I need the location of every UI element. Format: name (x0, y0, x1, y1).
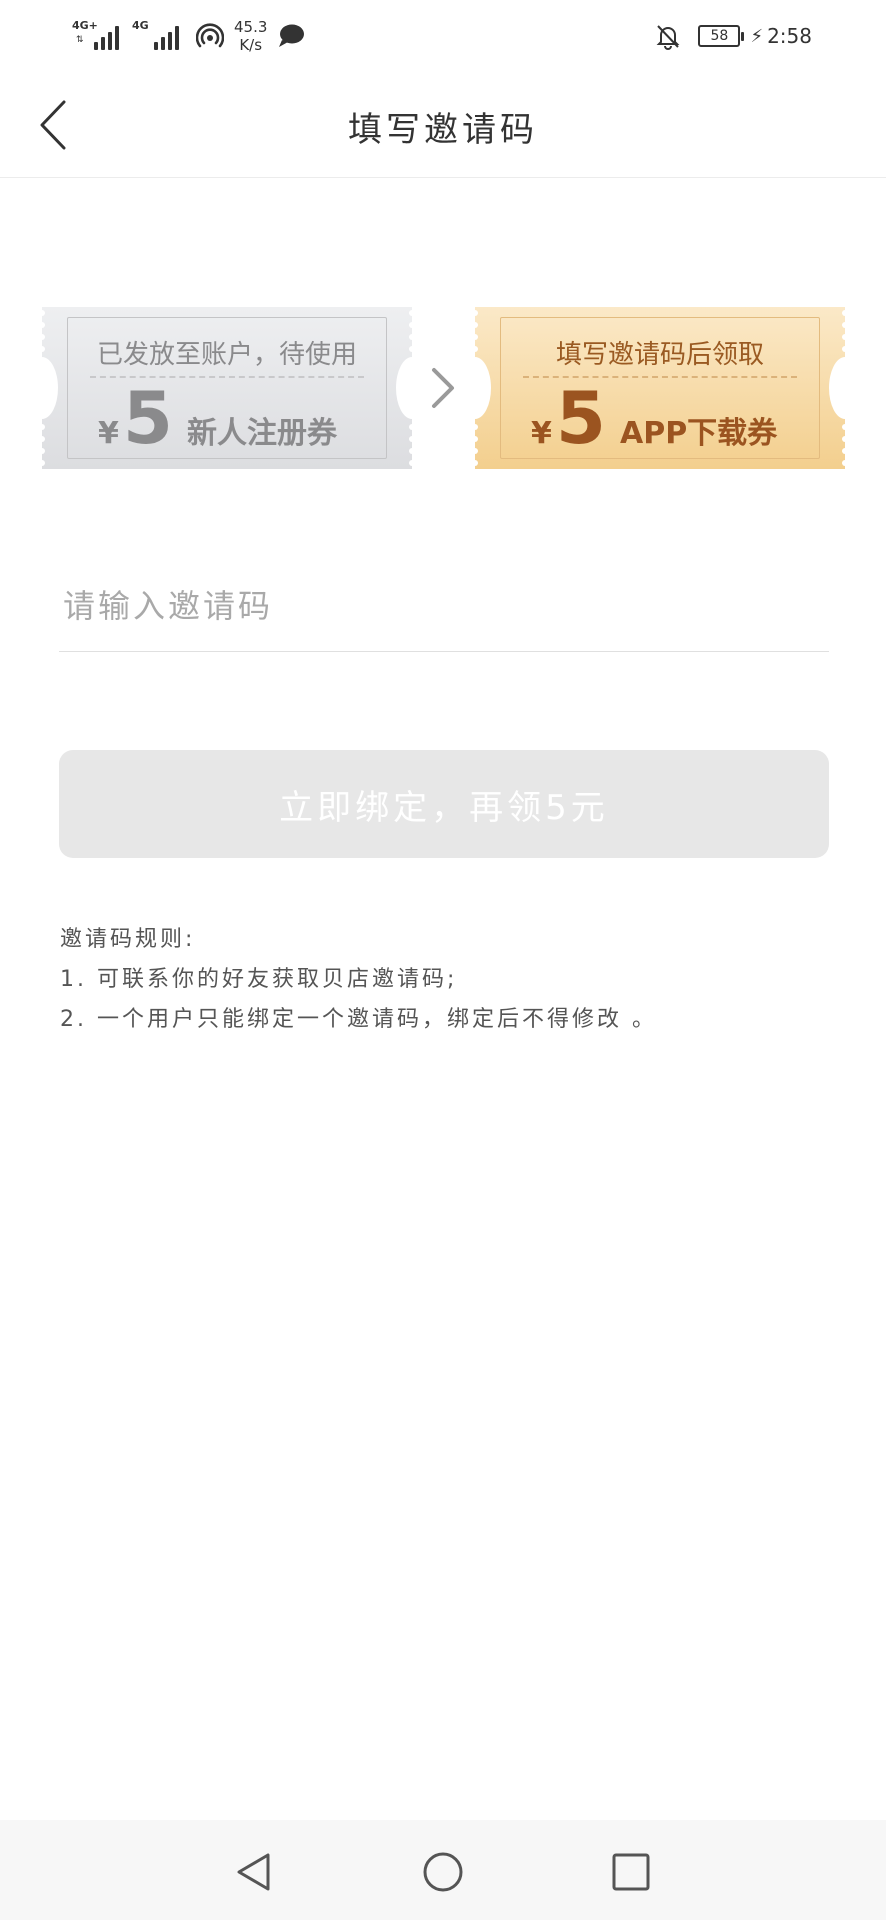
back-triangle-icon[interactable] (232, 1850, 276, 1894)
recents-square-icon[interactable] (609, 1850, 653, 1894)
chevron-right-icon (432, 368, 454, 408)
coupon-value-row: ¥ 5 新人注册券 (98, 378, 337, 458)
network-type-2: 4G (132, 19, 149, 32)
bind-invite-code-button[interactable]: 立即绑定，再领5元 (59, 750, 829, 858)
speed-unit: K/s (239, 36, 263, 54)
home-circle-icon[interactable] (421, 1850, 465, 1894)
rule-item: 1. 可联系你的好友获取贝店邀请码; (60, 967, 458, 992)
navigation-bar: 填写邀请码 (0, 72, 886, 178)
rules-title: 邀请码规则: (60, 927, 196, 952)
status-right: 58 ⚡ 2:58 (654, 18, 812, 54)
coupon-label: 新人注册券 (186, 416, 337, 451)
chat-notification-icon (279, 24, 305, 47)
invite-code-input[interactable] (59, 560, 829, 652)
signal-1: 4G+ ⇅ (72, 19, 122, 50)
status-bar: 4G+ ⇅ 4G 45.3 K/s 58 ⚡ 2:58 (0, 0, 886, 72)
coupon-amount: 5 (555, 376, 606, 460)
network-speed: 45.3 K/s (234, 18, 267, 54)
speed-value: 45.3 (234, 18, 268, 36)
currency-symbol: ¥ (531, 416, 552, 451)
charging-icon: ⚡ (750, 25, 764, 47)
network-type-1: 4G+ (72, 19, 98, 32)
coupon-registered: 已发放至账户，待使用 ¥ 5 新人注册券 (42, 307, 412, 469)
status-left: 4G+ ⇅ 4G 45.3 K/s (72, 16, 305, 56)
coupon-app-download: 填写邀请码后领取 ¥ 5 APP下载券 (475, 307, 845, 469)
battery-icon: 58 (698, 25, 745, 47)
coupon-caption: 已发放至账户，待使用 (96, 340, 357, 370)
coupon-label: APP下载券 (619, 416, 778, 451)
invite-rules: 邀请码规则: 1. 可联系你的好友获取贝店邀请码; 2. 一个用户只能绑定一个邀… (60, 920, 840, 1040)
system-navigation-bar (0, 1820, 886, 1920)
currency-symbol: ¥ (98, 416, 119, 451)
battery-level: 58 (710, 28, 729, 44)
page-title: 填写邀请码 (348, 110, 538, 150)
coupon-frame: 已发放至账户，待使用 ¥ 5 新人注册券 (67, 317, 387, 459)
signal-icon (94, 22, 122, 50)
signal-icon (154, 22, 182, 50)
status-time: 2:58 (767, 24, 812, 48)
coupon-amount: 5 (122, 376, 173, 460)
coupon-caption: 填写邀请码后领取 (555, 340, 764, 370)
coupon-value-row: ¥ 5 APP下载券 (531, 378, 777, 458)
rule-item: 2. 一个用户只能绑定一个邀请码，绑定后不得修改 。 (60, 1007, 657, 1032)
bell-muted-icon (657, 25, 680, 50)
data-arrows-icon: ⇅ (76, 35, 84, 45)
signal-2: 4G (132, 19, 182, 50)
wifi-hotspot-icon (196, 23, 224, 48)
coupon-frame: 填写邀请码后领取 ¥ 5 APP下载券 (500, 317, 820, 459)
